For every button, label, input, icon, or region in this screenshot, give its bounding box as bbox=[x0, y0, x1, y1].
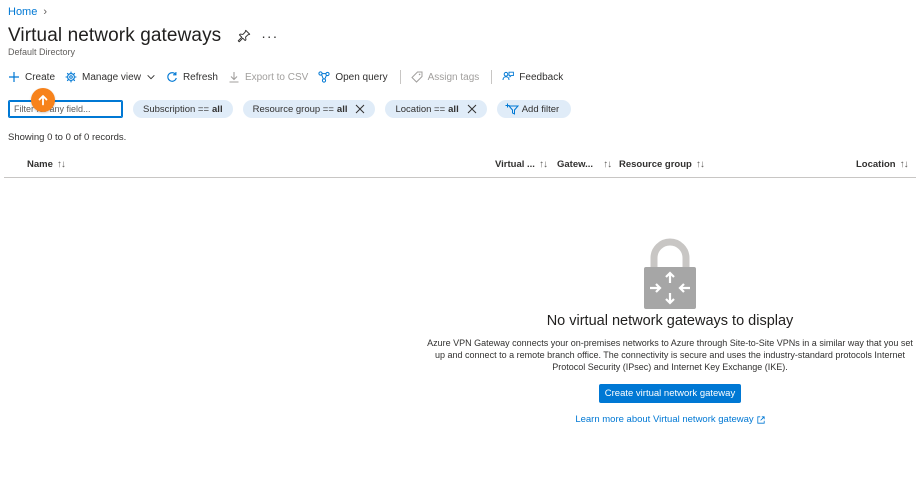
location-filter-label: Location == bbox=[395, 103, 446, 115]
arrow-up-icon bbox=[31, 88, 55, 112]
column-resource-group-label: Resource group bbox=[619, 159, 692, 170]
feedback-label: Feedback bbox=[519, 71, 564, 83]
breadcrumb-home-link[interactable]: Home bbox=[8, 6, 37, 18]
feedback-icon bbox=[502, 71, 515, 81]
page-title: Virtual network gateways bbox=[8, 25, 222, 46]
gear-icon bbox=[65, 71, 77, 83]
export-csv-label: Export to CSV bbox=[244, 71, 309, 83]
toolbar-divider bbox=[491, 70, 493, 84]
subscription-filter-label: Subscription == bbox=[143, 103, 210, 115]
subscription-filter-pill[interactable]: Subscription == all bbox=[133, 100, 233, 118]
close-icon[interactable] bbox=[355, 104, 365, 114]
download-icon bbox=[229, 72, 239, 83]
empty-state-heading: No virtual network gateways to display bbox=[546, 313, 794, 329]
column-virtual-label: Virtual ... bbox=[495, 159, 535, 170]
resource-group-filter-value: all bbox=[336, 103, 348, 115]
location-filter-value: all bbox=[448, 103, 459, 115]
resource-group-filter-label: Resource group == bbox=[252, 103, 334, 115]
manage-view-button[interactable]: Manage view bbox=[65, 71, 156, 83]
grid-header: Name ↑↓ Virtual ... ↑↓ Gatew... ↑↓ Resou… bbox=[4, 150, 916, 178]
close-icon[interactable] bbox=[467, 104, 477, 114]
resource-group-filter-pill[interactable]: Resource group == all bbox=[242, 100, 376, 118]
plus-icon bbox=[9, 72, 19, 82]
learn-more-label: Learn more about Virtual network gateway bbox=[575, 414, 754, 425]
external-link-icon bbox=[757, 415, 765, 424]
add-filter-button[interactable]: Add filter bbox=[496, 100, 572, 118]
open-query-label: Open query bbox=[335, 71, 388, 83]
filter-input[interactable] bbox=[8, 100, 123, 118]
pin-icon[interactable] bbox=[237, 29, 251, 43]
empty-state-description: Azure VPN Gateway connects your on-premi… bbox=[427, 338, 913, 372]
export-csv-button[interactable]: Export to CSV bbox=[228, 71, 308, 83]
open-query-button[interactable]: Open query bbox=[318, 71, 388, 83]
create-button[interactable]: Create bbox=[8, 71, 55, 83]
subscription-filter-value: all bbox=[212, 103, 223, 115]
column-header-location[interactable]: Location ↑↓ bbox=[856, 159, 909, 170]
column-header-gateway[interactable]: Gatew... ↑↓ bbox=[557, 159, 612, 170]
page-subtitle: Default Directory bbox=[8, 47, 76, 57]
feedback-button[interactable]: Feedback bbox=[502, 71, 563, 83]
add-filter-icon bbox=[505, 103, 519, 115]
refresh-label: Refresh bbox=[182, 71, 218, 83]
toolbar-divider bbox=[399, 70, 401, 84]
sort-icon: ↑↓ bbox=[603, 159, 612, 170]
records-count: Showing 0 to 0 of 0 records. bbox=[8, 132, 127, 143]
column-header-name[interactable]: Name ↑↓ bbox=[27, 159, 66, 170]
more-options-icon[interactable]: ··· bbox=[261, 29, 278, 43]
chevron-down-icon bbox=[147, 75, 155, 80]
empty-state: No virtual network gateways to display A… bbox=[425, 238, 915, 425]
create-gateway-button[interactable]: Create virtual network gateway bbox=[598, 384, 742, 403]
sort-icon: ↑↓ bbox=[56, 159, 66, 170]
assign-tags-label: Assign tags bbox=[427, 71, 480, 83]
title-row: Virtual network gateways ··· bbox=[8, 25, 278, 47]
add-filter-label: Add filter bbox=[521, 103, 560, 115]
assign-tags-button[interactable]: Assign tags bbox=[410, 71, 480, 83]
column-header-resource-group[interactable]: Resource group ↑↓ bbox=[619, 159, 705, 170]
query-icon bbox=[318, 71, 330, 83]
sort-icon: ↑↓ bbox=[899, 159, 909, 170]
chevron-right-icon: › bbox=[43, 6, 48, 18]
breadcrumb: Home › bbox=[8, 6, 47, 18]
refresh-button[interactable]: Refresh bbox=[166, 71, 218, 83]
filter-bar: Subscription == all Resource group == al… bbox=[8, 100, 572, 118]
refresh-icon bbox=[167, 72, 177, 82]
column-gateway-label: Gatew... bbox=[557, 159, 594, 170]
sort-icon: ↑↓ bbox=[695, 159, 705, 170]
manage-view-label: Manage view bbox=[82, 71, 141, 83]
learn-more-link[interactable]: Learn more about Virtual network gateway bbox=[575, 414, 765, 425]
create-label: Create bbox=[25, 71, 56, 83]
column-name-label: Name bbox=[27, 159, 53, 170]
vpn-lock-icon bbox=[644, 238, 696, 309]
command-bar: Create Manage view Refresh Export to CSV… bbox=[8, 68, 573, 86]
column-location-label: Location bbox=[856, 159, 896, 170]
sort-icon: ↑↓ bbox=[538, 159, 548, 170]
column-header-virtual[interactable]: Virtual ... ↑↓ bbox=[495, 159, 548, 170]
location-filter-pill[interactable]: Location == all bbox=[385, 100, 487, 118]
tag-icon bbox=[410, 71, 423, 83]
